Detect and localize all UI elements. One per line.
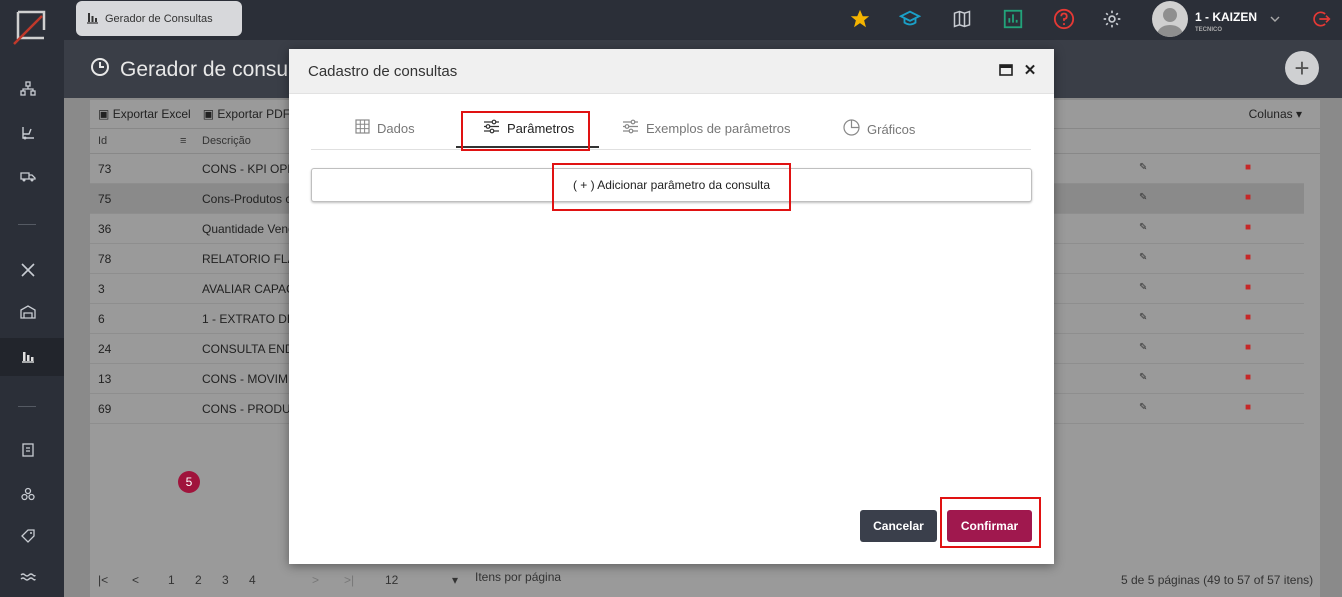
per-page-label: Itens por página: [475, 570, 562, 584]
highlight-confirm: [940, 497, 1041, 548]
trash-icon[interactable]: ■: [1245, 192, 1251, 203]
edit-icon[interactable]: ✎: [1139, 192, 1147, 203]
user-role: TECNICO: [1195, 27, 1222, 33]
warehouse-icon[interactable]: [17, 301, 39, 323]
trash-icon[interactable]: ■: [1245, 312, 1251, 323]
pager-summary: 5 de 5 páginas (49 to 57 of 57 itens): [1121, 573, 1314, 587]
chevron-down-icon[interactable]: ▾: [452, 573, 458, 587]
page-button[interactable]: 1: [168, 573, 175, 587]
trash-icon[interactable]: ■: [1245, 162, 1251, 173]
cancel-button[interactable]: Cancelar: [860, 510, 937, 542]
tools-icon[interactable]: [17, 259, 39, 281]
modal-header: Cadastro de consultas ✕: [289, 49, 1054, 94]
highlight-add-parameter: [552, 163, 791, 211]
tab-graficos[interactable]: Gráficos: [843, 119, 915, 139]
edit-icon[interactable]: ✎: [1139, 222, 1147, 233]
graduation-cap-icon[interactable]: [898, 7, 922, 31]
gear-icon[interactable]: [1100, 7, 1124, 31]
highlight-tab-parametros: [461, 111, 590, 151]
map-icon[interactable]: [950, 7, 974, 31]
edit-icon[interactable]: ✎: [1139, 342, 1147, 353]
trash-icon[interactable]: ■: [1245, 252, 1251, 263]
page-size-select[interactable]: 12: [385, 573, 398, 587]
boxes-icon[interactable]: [17, 483, 39, 505]
trash-icon[interactable]: ■: [1245, 342, 1251, 353]
maximize-icon[interactable]: [997, 61, 1015, 79]
trash-icon[interactable]: ■: [1245, 222, 1251, 233]
edit-icon[interactable]: ✎: [1139, 402, 1147, 413]
export-pdf-button[interactable]: ▣ Exportar PDF: [203, 107, 290, 121]
truck-icon[interactable]: [17, 165, 39, 187]
user-name[interactable]: 1 - KAIZEN: [1195, 10, 1257, 24]
tab-dados[interactable]: Dados: [355, 119, 415, 137]
sidebar: [0, 0, 64, 597]
document-icon[interactable]: [17, 439, 39, 461]
last-page-button[interactable]: >|: [344, 573, 354, 587]
header-id[interactable]: Id: [98, 135, 107, 147]
page-button[interactable]: 3: [222, 573, 229, 587]
modal-cadastro-consultas: Cadastro de consultas ✕ Dados Parâmetros…: [289, 49, 1054, 564]
trash-icon[interactable]: ■: [1245, 402, 1251, 413]
chevron-down-icon[interactable]: [1263, 7, 1287, 31]
first-page-button[interactable]: |<: [98, 573, 108, 587]
bar-chart-icon: [86, 11, 99, 27]
chart-report-icon[interactable]: [1001, 7, 1025, 31]
tab-exemplos-parametros[interactable]: Exemplos de parâmetros: [622, 119, 791, 137]
bar-chart-icon[interactable]: [17, 345, 39, 367]
avatar[interactable]: [1152, 1, 1188, 37]
pie-chart-icon: [843, 119, 860, 139]
tag-icon[interactable]: [17, 525, 39, 547]
table-icon: [355, 119, 370, 137]
help-icon[interactable]: [1052, 7, 1076, 31]
prev-page-button[interactable]: <: [132, 573, 139, 587]
sidebar-divider: [18, 224, 36, 225]
export-excel-button[interactable]: ▣ Exportar Excel: [98, 107, 191, 121]
sliders-icon: [622, 119, 639, 137]
columns-button[interactable]: Colunas ▾: [1249, 107, 1302, 121]
page-title: Gerador de consultas: [90, 57, 321, 83]
edit-icon[interactable]: ✎: [1139, 372, 1147, 383]
trash-icon[interactable]: ■: [1245, 372, 1251, 383]
add-button[interactable]: +: [1285, 51, 1319, 85]
page-button[interactable]: 4: [249, 573, 256, 587]
waves-icon[interactable]: [17, 566, 39, 588]
edit-icon[interactable]: ✎: [1139, 282, 1147, 293]
pager: |< < 1 2 3 4 > >| 12 ▾ Itens por página …: [90, 565, 1320, 597]
logout-icon[interactable]: [1309, 7, 1333, 31]
trash-icon[interactable]: ■: [1245, 282, 1251, 293]
tab-label: Gerador de Consultas: [105, 12, 213, 25]
modal-tabs: Dados Parâmetros Exemplos de parâmetros …: [311, 109, 1031, 150]
edit-icon[interactable]: ✎: [1139, 312, 1147, 323]
edit-icon[interactable]: ✎: [1139, 162, 1147, 173]
current-page-button[interactable]: 5: [178, 471, 200, 493]
sitemap-icon[interactable]: [17, 78, 39, 100]
sidebar-divider: [18, 406, 36, 407]
close-icon[interactable]: ✕: [1021, 61, 1039, 79]
top-bar: Gerador de Consultas 1 - KAIZEN TECNICO: [64, 0, 1342, 40]
header-description[interactable]: Descrição: [202, 135, 251, 147]
forklift-icon[interactable]: [17, 122, 39, 144]
clock-icon: [90, 57, 110, 83]
next-page-button[interactable]: >: [312, 573, 319, 587]
tab-gerador-consultas[interactable]: Gerador de Consultas: [76, 1, 242, 36]
pdf-icon: ▣: [202, 107, 215, 121]
filter-icon[interactable]: ≡: [180, 135, 186, 147]
excel-icon: ▣: [98, 107, 110, 121]
edit-icon[interactable]: ✎: [1139, 252, 1147, 263]
star-icon[interactable]: [848, 7, 872, 31]
page-button[interactable]: 2: [195, 573, 202, 587]
modal-title: Cadastro de consultas: [308, 63, 458, 80]
app-logo[interactable]: [10, 6, 50, 46]
